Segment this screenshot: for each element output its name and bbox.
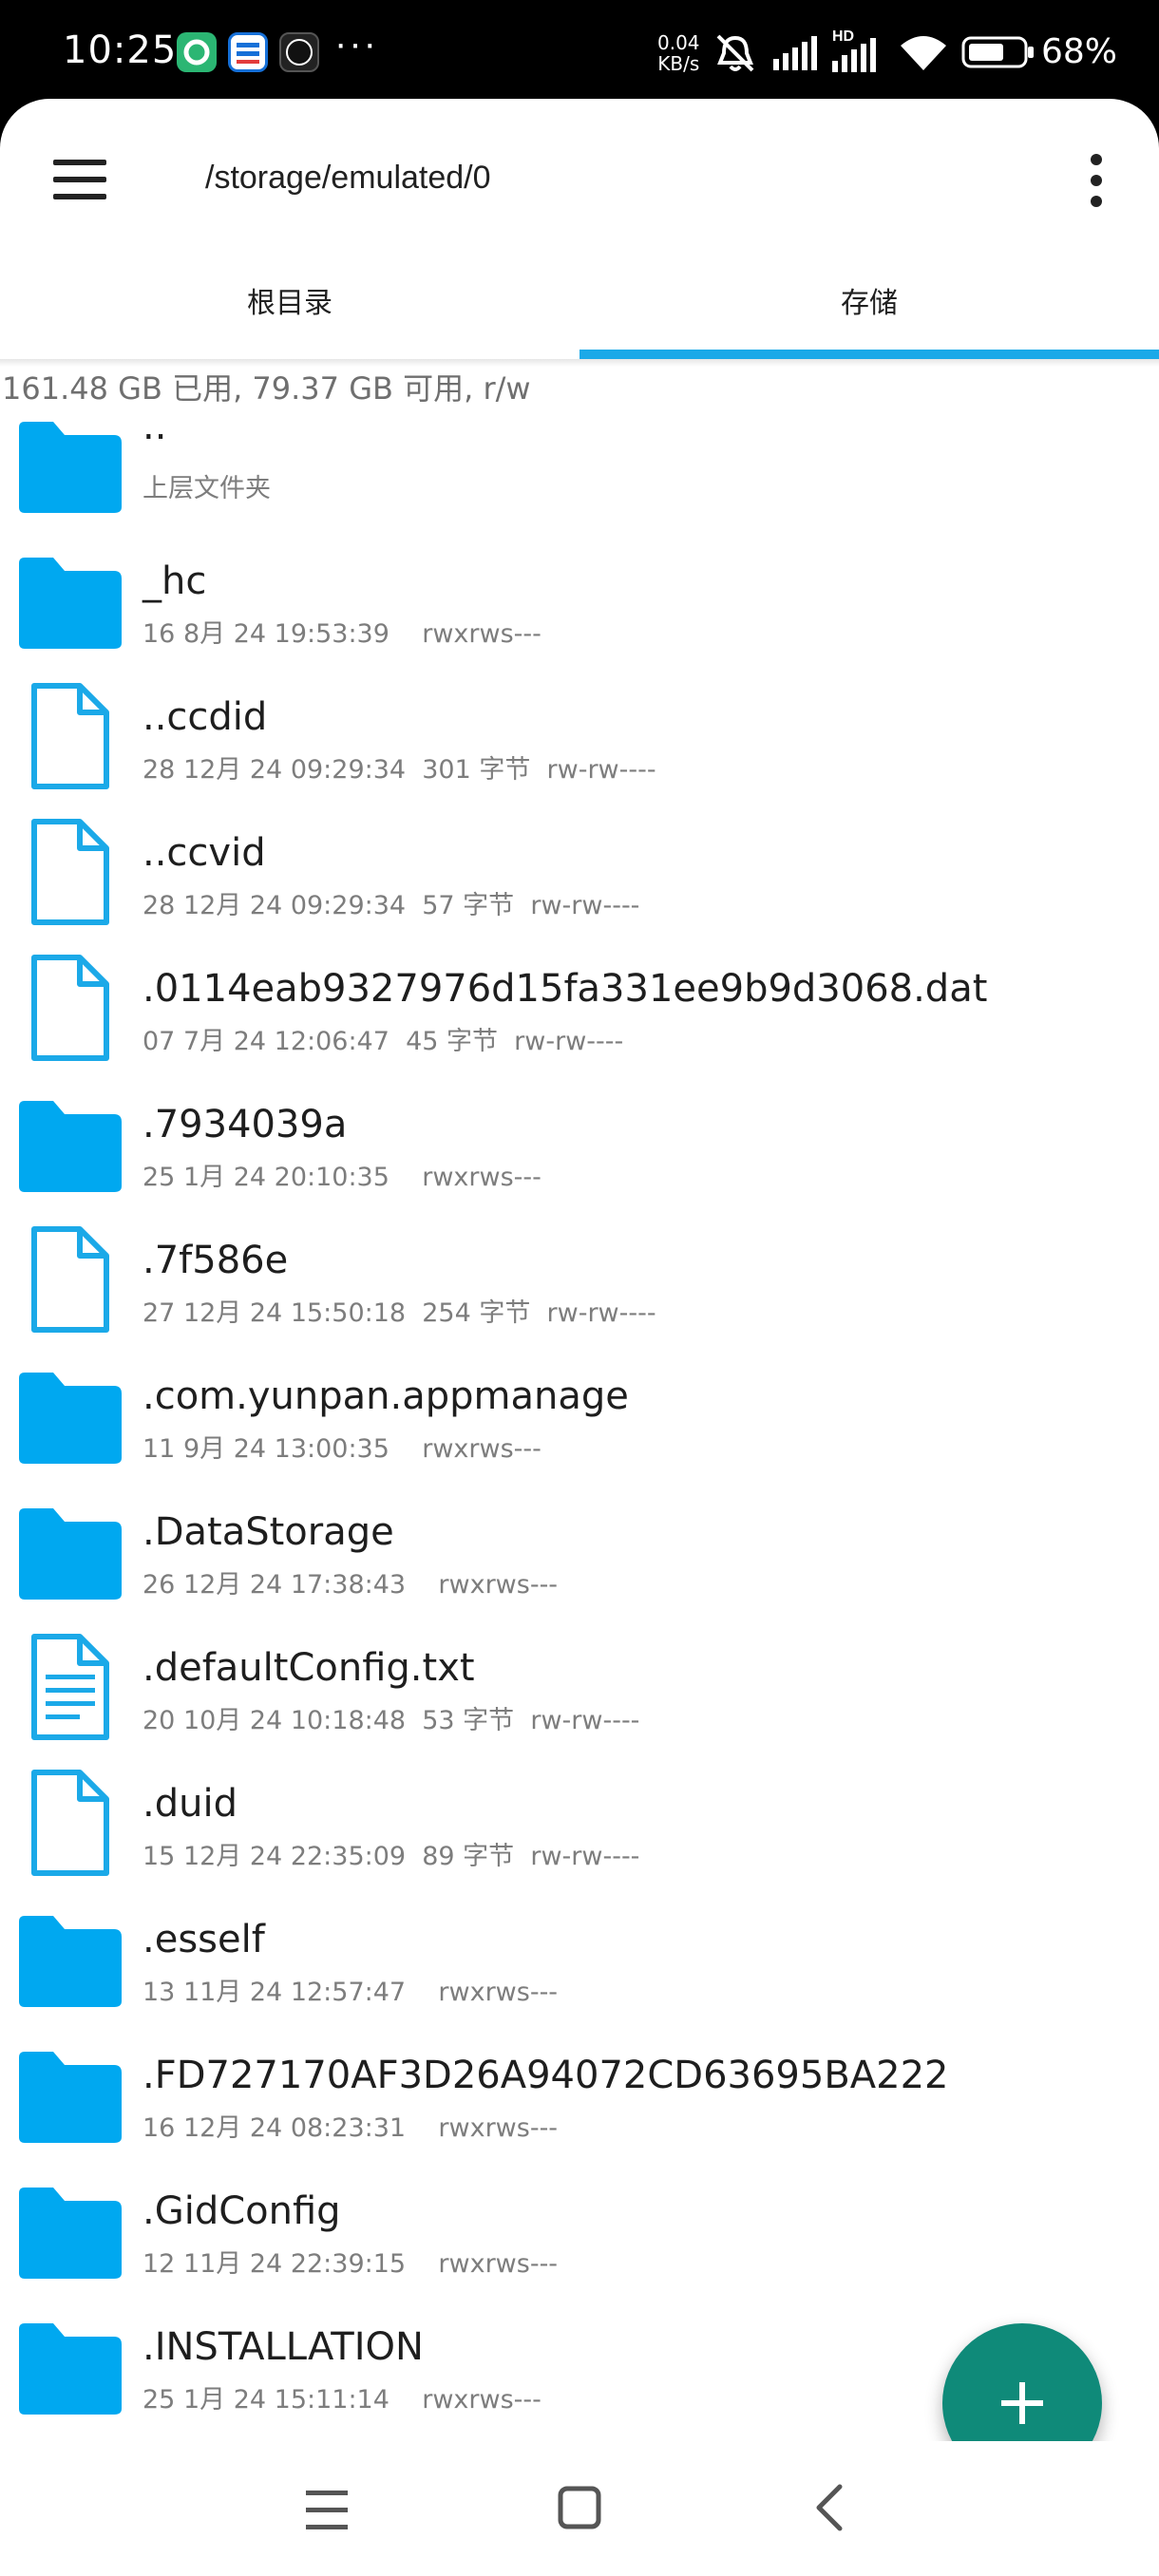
- item-meta: 13 11月 24 12:57:47 rwxrws---: [142, 1978, 559, 2007]
- file-row[interactable]: .defaultConfig.txt 20 10月 24 10:18:48 53 …: [0, 1621, 1159, 1757]
- signal-icon: [773, 36, 817, 70]
- item-meta: 25 1月 24 20:10:35 rwxrws---: [142, 1163, 542, 1192]
- back-chevron-icon[interactable]: [798, 2479, 864, 2540]
- home-square-icon[interactable]: [547, 2479, 614, 2540]
- signal-hd-icon: HD: [830, 28, 884, 74]
- item-name: ..ccdid: [142, 695, 268, 739]
- soul-app-icon: [279, 32, 319, 72]
- folder-icon: [11, 2186, 125, 2281]
- item-meta: 26 12月 24 17:38:43 rwxrws---: [142, 1570, 559, 1600]
- file-row[interactable]: ..ccdid 28 12月 24 09:29:34 301 字节 rw-rw--…: [0, 671, 1159, 806]
- item-name: .0114eab9327976d15fa331ee9b9d3068.dat: [142, 967, 988, 1011]
- file-icon: [28, 680, 112, 792]
- folder-icon: [11, 1506, 125, 1601]
- item-meta: 07 7月 24 12:06:47 45 字节 rw-rw----: [142, 1027, 624, 1056]
- battery-icon: [961, 36, 1034, 68]
- status-bar: 10:25 ··· 0.04 KB/s HD 68%: [0, 0, 1159, 106]
- net-speed-unit: KB/s: [657, 52, 700, 75]
- folder-icon: [11, 2050, 125, 2145]
- current-path: /storage/emulated/0: [205, 160, 491, 196]
- net-speed-value: 0.04: [657, 31, 700, 54]
- folder-icon: [11, 2321, 125, 2416]
- item-meta: 27 12月 24 15:50:18 254 字节 rw-rw----: [142, 1298, 656, 1328]
- item-meta: 28 12月 24 09:29:34 57 字节 rw-rw----: [142, 891, 640, 920]
- item-name: .7f586e: [142, 1239, 289, 1282]
- folder-row[interactable]: _hc 16 8月 24 19:53:39 rwxrws---: [0, 535, 1159, 671]
- item-meta: 25 1月 24 15:11:14 rwxrws---: [142, 2385, 542, 2415]
- folder-icon: [11, 1914, 125, 2009]
- folder-row[interactable]: .7934039a 25 1月 24 20:10:35 rwxrws---: [0, 1078, 1159, 1214]
- folder-icon: [11, 420, 125, 515]
- item-meta: 28 12月 24 09:29:34 301 字节 rw-rw----: [142, 755, 656, 785]
- item-name: .7934039a: [142, 1103, 348, 1146]
- file-icon: [28, 952, 112, 1064]
- item-name: .defaultConfig.txt: [142, 1646, 475, 1690]
- file-icon: [28, 1223, 112, 1335]
- item-meta: 上层文件夹: [142, 474, 271, 503]
- file-row[interactable]: .0114eab9327976d15fa331ee9b9d3068.dat 07 …: [0, 942, 1159, 1078]
- item-meta: 15 12月 24 22:35:09 89 字节 rw-rw----: [142, 1842, 640, 1871]
- item-meta: 16 12月 24 08:23:31 rwxrws---: [142, 2113, 559, 2143]
- more-vert-icon[interactable]: [1079, 152, 1113, 209]
- item-meta: 11 9月 24 13:00:35 rwxrws---: [142, 1434, 542, 1464]
- file-row[interactable]: .duid 15 12月 24 22:35:09 89 字节 rw-rw----: [0, 1757, 1159, 1893]
- navigation-bar: [0, 2441, 1159, 2576]
- tab-bar: 根目录 存储: [0, 256, 1159, 363]
- item-name: ..: [142, 405, 167, 448]
- more-notifications-indicator: ···: [334, 23, 378, 65]
- item-name: .com.yunpan.appmanage: [142, 1374, 629, 1418]
- plus-icon-vertical: [1019, 2382, 1025, 2424]
- item-name: .FD727170AF3D26A94072CD63695BA222: [142, 2054, 949, 2097]
- mute-icon: [716, 34, 754, 72]
- folder-icon: [11, 556, 125, 651]
- app-green-icon: [177, 32, 217, 72]
- folder-row[interactable]: .FD727170AF3D26A94072CD63695BA222 16 12月 …: [0, 2029, 1159, 2165]
- folder-row[interactable]: .com.yunpan.appmanage 11 9月 24 13:00:35 r…: [0, 1350, 1159, 1486]
- status-time: 10:25: [63, 28, 178, 72]
- item-name: .esself: [142, 1918, 265, 1961]
- file-icon: [28, 816, 112, 928]
- folder-row[interactable]: .DataStorage 26 12月 24 17:38:43 rwxrws---: [0, 1486, 1159, 1621]
- folder-icon: [11, 1371, 125, 1466]
- text-file-icon: [28, 1631, 112, 1743]
- file-row[interactable]: ..ccvid 28 12月 24 09:29:34 57 字节 rw-rw---…: [0, 806, 1159, 942]
- folder-row[interactable]: .esself 13 11月 24 12:57:47 rwxrws---: [0, 1893, 1159, 2029]
- battery-percent: 68%: [1041, 32, 1118, 71]
- item-name: .INSTALLATION: [142, 2325, 424, 2369]
- file-row[interactable]: .7f586e 27 12月 24 15:50:18 254 字节 rw-rw--…: [0, 1214, 1159, 1350]
- item-meta: 16 8月 24 19:53:39 rwxrws---: [142, 619, 542, 649]
- item-meta: 12 11月 24 22:39:15 rwxrws---: [142, 2249, 559, 2279]
- folder-row[interactable]: .GidConfig 12 11月 24 22:39:15 rwxrws---: [0, 2165, 1159, 2301]
- tab-storage[interactable]: 存储: [580, 256, 1159, 363]
- item-name: _hc: [142, 559, 207, 603]
- item-meta: 20 10月 24 10:18:48 53 字节 rw-rw----: [142, 1706, 640, 1735]
- menu-lines-icon[interactable]: [294, 2479, 361, 2540]
- file-icon: [28, 1767, 112, 1879]
- tab-indicator: [580, 350, 1159, 359]
- tab-root[interactable]: 根目录: [0, 256, 580, 363]
- item-name: ..ccvid: [142, 831, 266, 875]
- file-manager-app: /storage/emulated/0 根目录 存储 161.48 GB 已用,…: [0, 99, 1159, 2576]
- folder-row[interactable]: .. 上层文件夹: [0, 399, 1159, 535]
- toolbar: /storage/emulated/0: [0, 99, 1159, 256]
- net-speed: 0.04 KB/s: [657, 32, 700, 74]
- folder-icon: [11, 1099, 125, 1194]
- app-blue-icon: [228, 32, 268, 72]
- item-name: .DataStorage: [142, 1510, 394, 1554]
- item-name: .GidConfig: [142, 2189, 341, 2233]
- wifi-icon: [901, 36, 946, 70]
- item-name: .duid: [142, 1782, 238, 1826]
- hamburger-menu-icon[interactable]: [48, 156, 114, 203]
